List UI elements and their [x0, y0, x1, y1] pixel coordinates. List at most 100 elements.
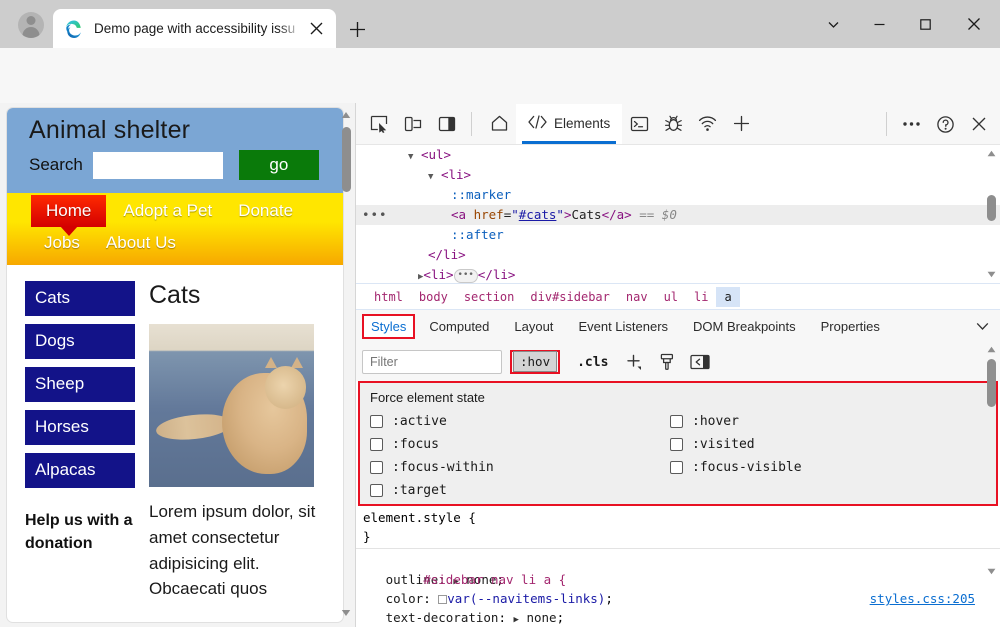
device-emulation-icon[interactable]: [396, 109, 430, 139]
new-tab-button[interactable]: [342, 14, 372, 44]
computed-styles-paintbrush-icon[interactable]: [653, 349, 681, 375]
sidebar-link-alpacas[interactable]: Alpacas: [25, 453, 135, 488]
checkbox-focus-within[interactable]: :focus-within: [370, 456, 670, 479]
tab-computed[interactable]: Computed: [418, 315, 500, 338]
page-scrollbar[interactable]: [339, 109, 353, 619]
checkbox-hover[interactable]: :hover: [670, 410, 970, 433]
styles-scroll-down-arrow-icon[interactable]: [985, 565, 998, 578]
checkbox-focus-visible[interactable]: :focus-visible: [670, 456, 970, 479]
force-state-left-column: :active :focus :focus-within :target: [370, 410, 670, 502]
dom-node-after[interactable]: ::after: [356, 225, 1000, 245]
rule-sidebar-selector[interactable]: #sidebar nav li a {: [423, 572, 566, 587]
network-icon[interactable]: [690, 109, 724, 139]
breadcrumb-section[interactable]: section: [456, 287, 523, 307]
site-title: Animal shelter: [29, 116, 191, 144]
css-rules-pane[interactable]: element.style { } #sidebar nav li a { st…: [356, 508, 1000, 627]
breadcrumb-a[interactable]: a: [716, 286, 740, 307]
debugger-bug-icon[interactable]: [656, 109, 690, 139]
styles-scroll-thumb[interactable]: [987, 359, 996, 407]
tab-layout[interactable]: Layout: [503, 315, 564, 338]
tab-dom-breakpoints[interactable]: DOM Breakpoints: [682, 315, 807, 338]
home-icon[interactable]: [482, 109, 516, 139]
sidebar-tabs-chevron-down-icon[interactable]: [976, 319, 989, 334]
dom-tree-scrollbar[interactable]: [985, 147, 998, 281]
scroll-down-arrow-icon[interactable]: [340, 607, 352, 619]
help-question-circle-icon[interactable]: [928, 109, 962, 139]
styles-scroll-up-arrow-icon[interactable]: [985, 343, 998, 356]
checkbox-visited-box[interactable]: [670, 438, 683, 451]
breadcrumb-div-sidebar[interactable]: div#sidebar: [522, 287, 617, 307]
checkbox-active-box[interactable]: [370, 415, 383, 428]
rule-element-style-selector[interactable]: element.style {: [356, 508, 1000, 527]
close-window-button[interactable]: [948, 7, 1000, 41]
checkbox-focus-visible-box[interactable]: [670, 461, 683, 474]
checkbox-visited[interactable]: :visited: [670, 433, 970, 456]
color-swatch[interactable]: [438, 595, 448, 604]
checkbox-focus-within-box[interactable]: [370, 461, 383, 474]
checkbox-hover-box[interactable]: [670, 415, 683, 428]
decl-color-value[interactable]: var(--navitems-links): [447, 591, 605, 606]
checkbox-focus-box[interactable]: [370, 438, 383, 451]
dom-node-ul[interactable]: ▼ <ul>: [356, 145, 1000, 165]
dom-node-anchor-selected[interactable]: ••• <a href="#cats">Cats</a> == $0: [356, 205, 1000, 225]
decl-text-decoration-value[interactable]: none: [526, 610, 556, 625]
go-button[interactable]: go: [238, 150, 319, 180]
nav-item-donate[interactable]: Donate: [225, 195, 306, 227]
decl-text-decoration[interactable]: text-decoration: ▶ none;: [356, 608, 1000, 627]
tab-close-icon[interactable]: [303, 16, 329, 42]
address-bar: microsoftedge.github.io/Demos/devtools-a…: [0, 48, 1000, 143]
toggle-sidebar-panel-icon[interactable]: [686, 349, 714, 375]
hov-button[interactable]: :hov: [513, 351, 558, 372]
search-label: Search: [29, 155, 83, 174]
add-panel-icon[interactable]: [724, 109, 758, 139]
tab-actions-chevron-down-icon[interactable]: [810, 7, 856, 41]
site-search-input[interactable]: [92, 151, 223, 179]
browser-tab[interactable]: Demo page with accessibility issu: [53, 9, 336, 48]
inspect-element-icon[interactable]: [362, 109, 396, 139]
tab-styles[interactable]: Styles: [362, 314, 416, 339]
checkbox-focus[interactable]: :focus: [370, 433, 670, 456]
new-style-rule-plus-icon[interactable]: [620, 349, 648, 375]
nav-item-about-us[interactable]: About Us: [93, 227, 189, 259]
nav-item-home[interactable]: Home: [31, 195, 107, 227]
dom-node-li-close[interactable]: </li>: [356, 245, 1000, 265]
dom-tree[interactable]: ▼ <ul> ▼ <li> ::marker ••• <a href="#cats…: [356, 145, 1000, 283]
breadcrumb-ul[interactable]: ul: [656, 287, 686, 307]
minimize-button[interactable]: [856, 7, 902, 41]
cls-button[interactable]: .cls: [570, 352, 615, 373]
styles-sidebar-tabs: Styles Computed Layout Event Listeners D…: [356, 309, 1000, 343]
rule-source-link[interactable]: styles.css:205: [870, 589, 975, 608]
page-scroll-thumb[interactable]: [342, 127, 351, 192]
sidebar-link-horses[interactable]: Horses: [25, 410, 135, 445]
dom-scroll-thumb[interactable]: [987, 195, 996, 221]
dom-node-marker[interactable]: ::marker: [356, 185, 1000, 205]
dom-scroll-down-arrow-icon[interactable]: [985, 268, 998, 281]
console-icon[interactable]: [622, 109, 656, 139]
checkbox-target[interactable]: :target: [370, 479, 670, 502]
devtools-close-icon[interactable]: [962, 109, 996, 139]
scroll-up-arrow-icon[interactable]: [340, 109, 352, 121]
dom-node-li-collapsed[interactable]: ▶<li> ••• </li>: [356, 265, 1000, 283]
tab-event-listeners[interactable]: Event Listeners: [567, 315, 679, 338]
dom-scroll-up-arrow-icon[interactable]: [985, 147, 998, 160]
styles-filter-input[interactable]: [362, 350, 502, 374]
maximize-button[interactable]: [902, 7, 948, 41]
tab-elements[interactable]: Elements: [516, 103, 623, 144]
checkbox-active[interactable]: :active: [370, 410, 670, 433]
dom-node-li[interactable]: ▼ <li>: [356, 165, 1000, 185]
checkbox-target-box[interactable]: [370, 484, 383, 497]
sidebar-link-dogs[interactable]: Dogs: [25, 324, 135, 359]
styles-pane-scrollbar[interactable]: [985, 343, 998, 627]
breadcrumb-html[interactable]: html: [366, 287, 411, 307]
profile-button[interactable]: [14, 10, 48, 40]
breadcrumb-li[interactable]: li: [686, 287, 716, 307]
decl-text-decoration-expand-icon[interactable]: ▶: [514, 615, 519, 625]
sidebar-link-cats[interactable]: Cats: [25, 281, 135, 316]
devtools-overflow-ellipsis-icon[interactable]: [894, 109, 928, 139]
sidebar-link-sheep[interactable]: Sheep: [25, 367, 135, 402]
breadcrumb-body[interactable]: body: [411, 287, 456, 307]
tab-properties[interactable]: Properties: [810, 315, 891, 338]
breadcrumb-nav[interactable]: nav: [618, 287, 656, 307]
dock-side-icon[interactable]: [430, 109, 464, 139]
nav-item-adopt-a-pet[interactable]: Adopt a Pet: [110, 195, 225, 227]
